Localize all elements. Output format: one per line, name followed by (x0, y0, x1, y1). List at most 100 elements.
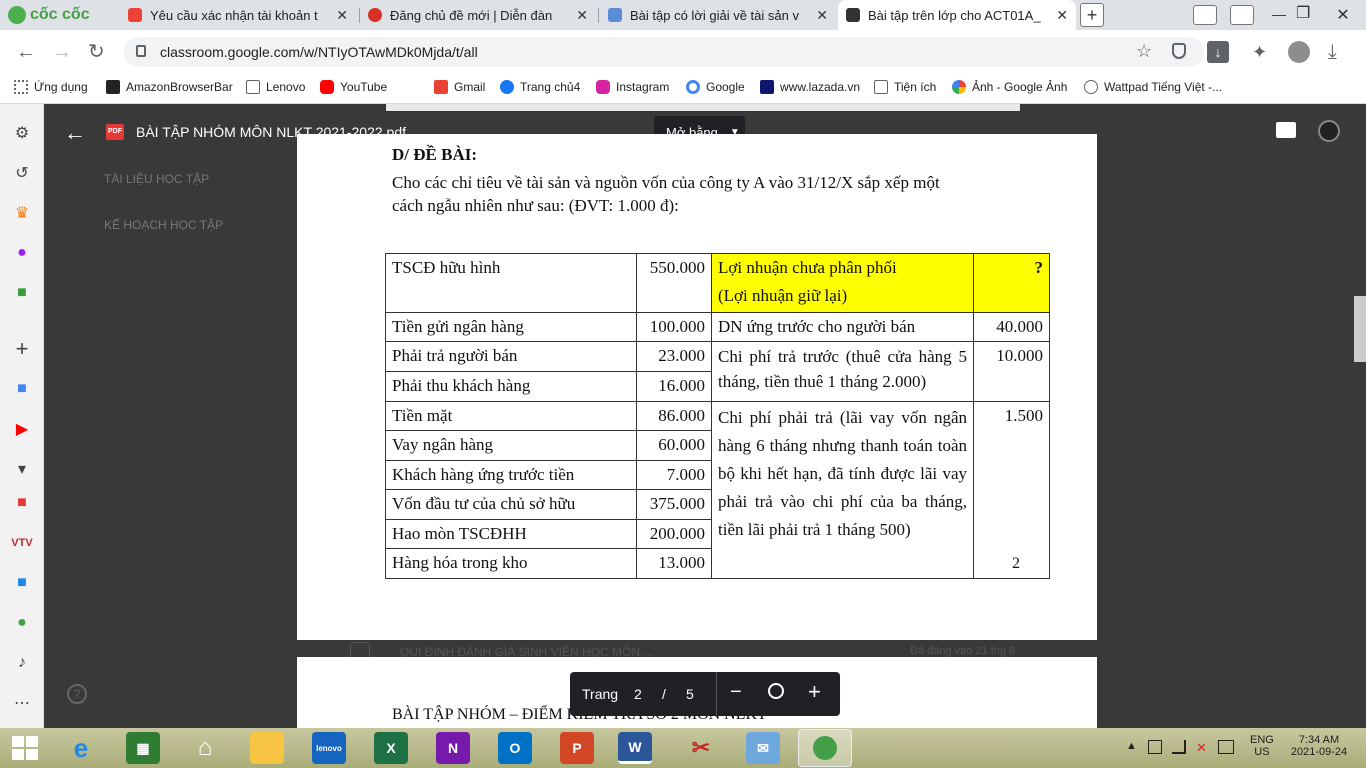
language-indicator[interactable]: ENG US (1250, 734, 1274, 758)
volume-muted-icon[interactable]: ✕ (1196, 740, 1207, 756)
action-center-icon[interactable] (1218, 740, 1234, 754)
reload-icon[interactable]: ↻ (88, 42, 105, 62)
address-bar[interactable]: classroom.google.com/w/NTIyOTAwMDk0Mjda/… (124, 37, 1204, 67)
table-row: Phải trả người bán 23.000 Chi phí trả tr… (385, 341, 1050, 402)
gmail-icon (434, 80, 448, 94)
settings-icon[interactable]: ⚙ (10, 121, 34, 145)
clock[interactable]: 7:34 AM 2021-09-24 (1288, 734, 1350, 758)
close-icon[interactable]: ✕ (1056, 7, 1068, 24)
bg-menu-materials: TÀI LIỆU HỌC TẬP (104, 172, 210, 186)
page-label: Trang (582, 686, 619, 702)
bookmark-gmail[interactable]: Gmail (434, 80, 485, 94)
bookmark-star-icon[interactable]: ☆ (1136, 41, 1152, 62)
snipping-tool-icon[interactable]: ✂ (684, 732, 718, 764)
tab-gmail[interactable]: Yêu cầu xác nhận tài khoản t ✕ (120, 0, 356, 30)
item-value: ? (973, 253, 1050, 313)
window-close-icon[interactable]: ✕ (1320, 0, 1366, 30)
scrollbar-thumb[interactable] (1354, 296, 1366, 362)
history-icon[interactable]: ↺ (10, 161, 34, 185)
ie-icon[interactable]: e (64, 732, 98, 764)
network-icon[interactable] (1172, 740, 1186, 754)
coccoc-taskbar-icon[interactable] (798, 729, 852, 767)
zoom-in-icon[interactable]: + (808, 679, 821, 705)
close-icon[interactable]: ✕ (576, 7, 588, 24)
close-icon[interactable]: ✕ (816, 7, 828, 24)
translate-icon[interactable]: ■ (10, 377, 34, 401)
bookmark-label: Wattpad Tiếng Việt -... (1104, 80, 1223, 94)
tab-label: Bài tập có lời giải về tài sản v (630, 7, 799, 23)
battery-icon[interactable] (1148, 740, 1162, 754)
crown-icon[interactable]: ♛ (10, 201, 34, 225)
page-controls: Trang 2 / 5 − + (570, 672, 840, 716)
zoom-reset-icon[interactable] (768, 683, 784, 699)
item-name: Khách hàng ứng trước tiền (385, 460, 637, 490)
more-options-icon[interactable] (1318, 120, 1340, 142)
avatar[interactable] (1288, 41, 1310, 63)
gamepad-icon[interactable]: ■ (10, 281, 34, 305)
help-icon[interactable]: ? (67, 684, 87, 704)
download-icon[interactable]: ▾ (10, 457, 34, 481)
tray-chevron-icon[interactable]: ▲ (1126, 740, 1137, 752)
viewer-back-icon[interactable]: ← (64, 120, 86, 146)
print-icon[interactable] (1276, 122, 1296, 138)
download-manager-icon[interactable]: ↓ (1207, 41, 1229, 63)
bookmark-google-photos[interactable]: Ảnh - Google Ảnh (952, 80, 1067, 94)
tab-classroom[interactable]: Bài tập trên lớp cho ACT01A_ ✕ (838, 0, 1076, 30)
back-icon[interactable]: ← (16, 42, 36, 62)
bookmark-youtube[interactable]: YouTube (320, 80, 387, 94)
bookmark-apps[interactable]: Ứng dụng (14, 80, 88, 94)
item-name: TSCĐ hữu hình (385, 253, 637, 313)
new-tab-button[interactable]: + (1080, 3, 1104, 27)
lenovo-icon[interactable]: lenovo (312, 732, 346, 764)
bookmark-lazada[interactable]: www.lazada.vn (760, 80, 860, 94)
extensions-icon[interactable]: ✦ (1252, 42, 1267, 62)
shield-icon[interactable] (1172, 43, 1186, 59)
store-icon[interactable]: ▦ (126, 732, 160, 764)
zoom-out-icon[interactable]: − (730, 681, 742, 704)
url-text[interactable]: classroom.google.com/w/NTIyOTAwMDk0Mjda/… (160, 44, 478, 60)
bg-row-meta: Đã đăng vào 21 thg 8 (910, 645, 1016, 657)
onenote-icon[interactable]: N (436, 732, 470, 764)
table-row: Tiền mặt 86.000 Chi phí phải trả (lãi va… (385, 401, 1050, 579)
messenger-icon[interactable]: ● (10, 241, 34, 265)
minimize-icon[interactable]: — (1272, 6, 1286, 22)
browser-logo[interactable]: cốc cốc (8, 6, 90, 24)
start-icon[interactable] (12, 736, 38, 760)
tab-label: Yêu cầu xác nhận tài khoản t (150, 7, 318, 23)
powerpoint-icon[interactable]: P (560, 732, 594, 764)
bookmark-google[interactable]: Google (686, 80, 745, 94)
mail-icon[interactable]: ✉ (746, 732, 780, 764)
restore-tab-icon[interactable] (1230, 5, 1254, 25)
bookmark-wattpad[interactable]: Wattpad Tiếng Việt -... (1084, 80, 1222, 94)
bookmark-amazon[interactable]: AmazonBrowserBar (106, 80, 233, 94)
outlook-icon[interactable]: O (498, 732, 532, 764)
excel-icon[interactable]: X (374, 732, 408, 764)
download-icon[interactable]: ⤓ (1328, 42, 1337, 62)
bookmark-lenovo[interactable]: Lenovo (246, 80, 305, 94)
tiki-icon[interactable]: ■ (10, 571, 34, 595)
item-name: Tiền gửi ngân hàng (385, 312, 637, 342)
item-name: Phải thu khách hàng (385, 371, 637, 402)
file-explorer-icon[interactable] (250, 732, 284, 764)
bookmark-facebook[interactable]: Trang chủ4 (500, 80, 580, 94)
shopee-icon[interactable]: ■ (10, 491, 34, 515)
close-icon[interactable]: ✕ (336, 7, 348, 24)
bookmark-tienich[interactable]: Tiện ích (874, 80, 936, 94)
tab-forum[interactable]: Đăng chủ đề mới | Diễn đàn ✕ (360, 0, 596, 30)
word-icon[interactable]: W (618, 732, 652, 764)
map-pin-icon[interactable]: ● (10, 611, 34, 635)
youtube-icon[interactable]: ▶ (10, 417, 34, 441)
forward-icon[interactable]: → (52, 42, 72, 62)
home-icon[interactable]: ⌂ (188, 732, 222, 764)
tab-search-icon[interactable] (1193, 5, 1217, 25)
tab-image[interactable]: Bài tập có lời giải về tài sản v ✕ (600, 0, 836, 30)
more-icon[interactable]: ⋯ (10, 691, 34, 715)
current-page-input[interactable]: 2 (634, 686, 642, 702)
add-icon[interactable]: + (10, 336, 34, 361)
bookmark-instagram[interactable]: Instagram (596, 80, 669, 94)
vtv-icon[interactable]: VTV (10, 531, 34, 555)
item-value: 13.000 (636, 548, 712, 579)
bell-icon[interactable]: ♪ (10, 651, 34, 675)
maximize-icon[interactable]: ❐ (1296, 3, 1310, 23)
bookmark-label: www.lazada.vn (780, 80, 861, 94)
